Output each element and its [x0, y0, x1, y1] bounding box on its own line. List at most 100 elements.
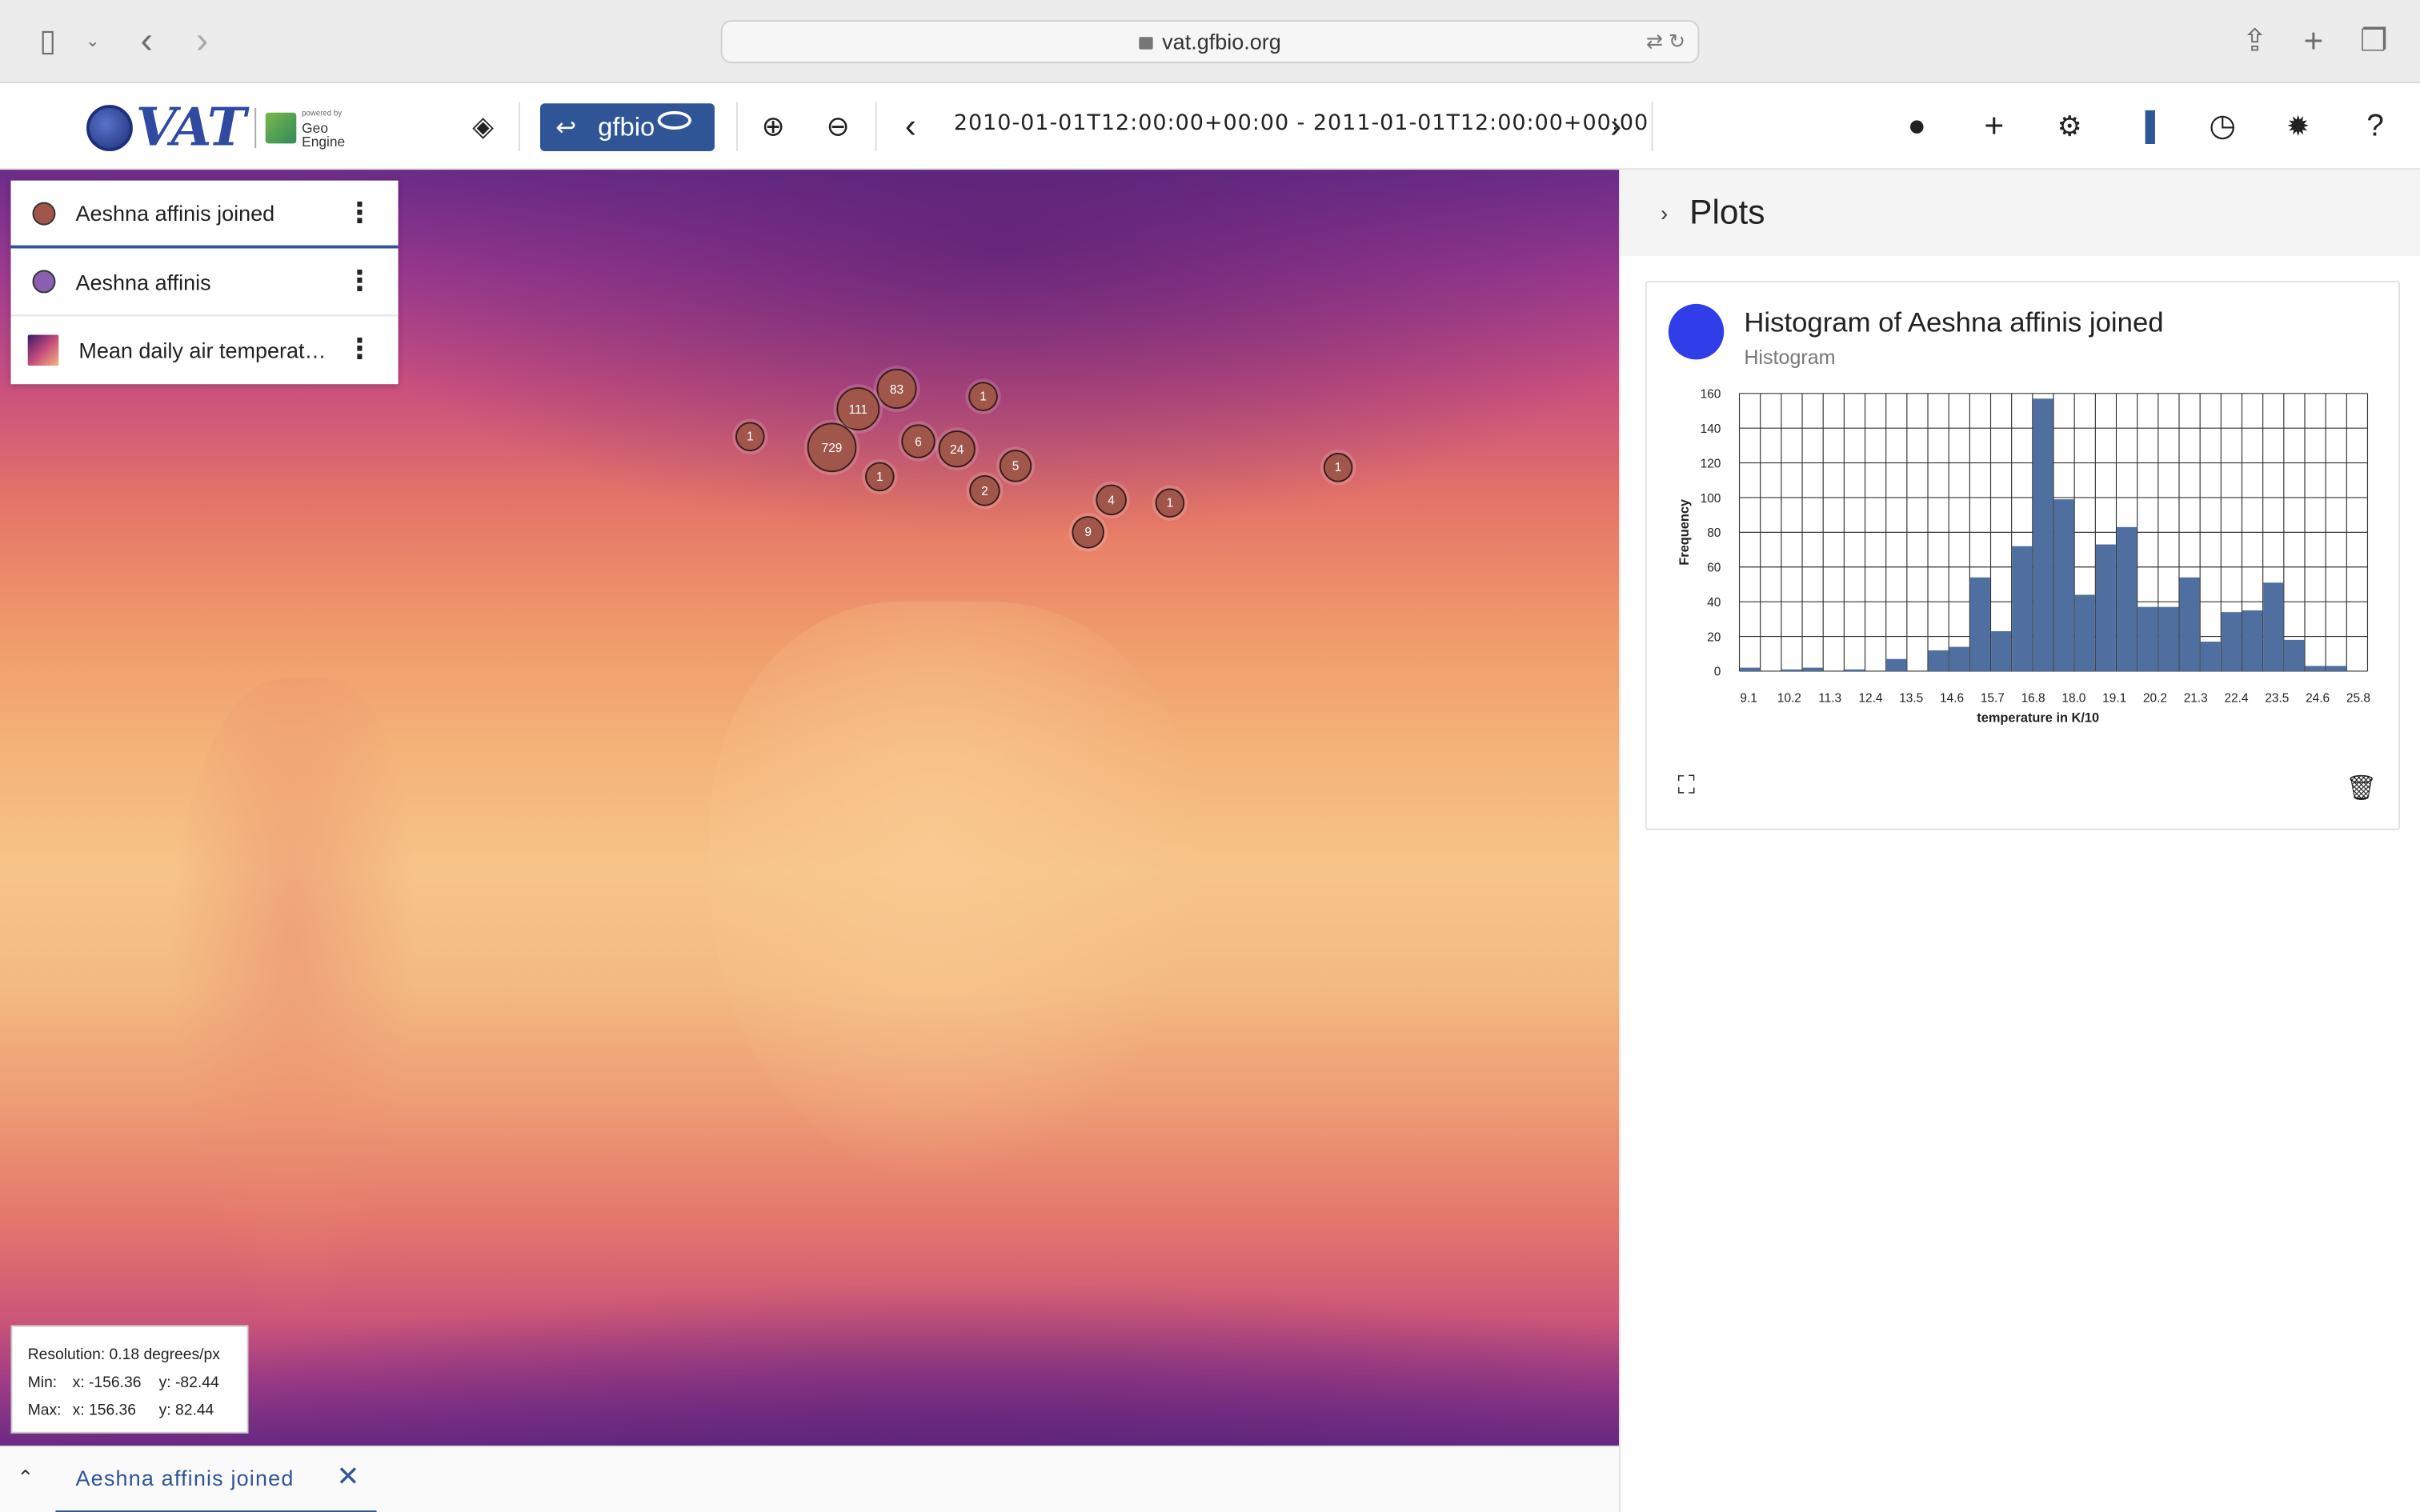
x-tick-label: 20.2 [2143, 692, 2167, 706]
close-icon[interactable]: ✕ [336, 1461, 359, 1494]
layer-name: Aeshna affinis joined [75, 200, 275, 226]
add-data-icon[interactable]: + [1973, 105, 2016, 148]
x-tick-label: 14.6 [1940, 692, 1964, 706]
geo-engine-icon [264, 112, 296, 144]
fullscreen-icon[interactable]: ⛶ [1677, 773, 1695, 801]
x-tick-label: 24.6 [2306, 692, 2330, 706]
y-tick-label: 40 [1707, 596, 1721, 610]
more-vert-icon[interactable]: ⋮ [346, 335, 374, 363]
time-prev-icon[interactable]: ‹ [889, 105, 932, 148]
map-cluster-marker[interactable]: 9 [1072, 516, 1104, 549]
expand-up-icon[interactable]: ⌃ [17, 1466, 34, 1490]
chevron-down-icon[interactable]: ⌄ [73, 22, 113, 62]
toolbar-divider [875, 102, 877, 152]
map-cluster-marker[interactable]: 1 [968, 382, 998, 411]
layer-item[interactable]: Aeshna affinis joined ⋮ [10, 181, 399, 249]
histogram-bar [2200, 642, 2221, 671]
map-shading [308, 170, 1620, 541]
y-tick-label: 60 [1707, 562, 1721, 575]
operators-icon[interactable]: ⚙ [2048, 105, 2091, 148]
map-cluster-marker[interactable]: 729 [807, 422, 857, 473]
x-tick-label: 10.2 [1777, 692, 1801, 706]
tab-aeshna-affinis-joined[interactable]: Aeshna affinis joined ✕ [55, 1447, 377, 1512]
more-vert-icon[interactable]: ⋮ [346, 199, 374, 227]
url-text: vat.gfbio.org [1162, 29, 1281, 54]
help-icon[interactable]: ? [2354, 105, 2397, 148]
y-axis-label: Frequency [1677, 498, 1692, 566]
time-config-icon[interactable]: ◷ [2201, 105, 2244, 148]
chevron-right-icon[interactable]: › [1661, 201, 1668, 226]
histogram-bar [1802, 667, 1823, 671]
geo-engine-text: powered by Geo Engine [302, 107, 345, 149]
x-tick-label: 25.8 [2346, 692, 2370, 706]
histogram-bar [1949, 646, 1969, 671]
map-cluster-marker[interactable]: 5 [999, 450, 1032, 482]
y-tick-label: 160 [1701, 388, 1721, 402]
map-cluster-marker[interactable]: 111 [836, 387, 880, 431]
histogram-bar [2326, 666, 2346, 671]
forward-icon[interactable]: › [182, 21, 222, 62]
toolbar-divider [1651, 102, 1653, 152]
account-icon[interactable]: ● [1895, 105, 1938, 148]
map-cluster-marker[interactable]: 2 [969, 475, 1000, 506]
vat-logo: VAT powered by Geo Engine [86, 98, 345, 159]
share-icon[interactable]: ⇪ [2235, 22, 2275, 62]
map-cluster-marker[interactable]: 4 [1096, 484, 1127, 516]
time-next-icon[interactable]: › [1594, 105, 1637, 148]
x-tick-label: 9.1 [1740, 692, 1757, 706]
settings-icon[interactable]: ✹ [2277, 105, 2320, 148]
histogram-bar [1844, 669, 1865, 671]
back-icon[interactable]: ‹ [126, 21, 166, 62]
max-label: Max: [27, 1402, 62, 1420]
more-vert-icon[interactable]: ⋮ [346, 267, 374, 295]
logo-text: VAT [135, 97, 246, 159]
map-cluster-marker[interactable]: 83 [876, 368, 917, 410]
zoom-in-icon[interactable]: ⊕ [751, 105, 795, 148]
map-cluster-marker[interactable]: 6 [901, 424, 936, 458]
map-cluster-marker[interactable]: 1 [1323, 453, 1353, 482]
new-tab-icon[interactable]: + [2294, 22, 2334, 62]
y-tick-label: 120 [1701, 457, 1721, 470]
time-range[interactable]: 2010-01-01T12:00:00+00:00 - 2011-01-01T1… [954, 111, 1649, 136]
zoom-out-icon[interactable]: ⊖ [816, 105, 859, 148]
x-tick-label: 15.7 [1981, 692, 2005, 706]
plot-title: Histogram of Aeshna affinis joined [1744, 306, 2164, 338]
tabs-overview-icon[interactable]: ❐ [2354, 22, 2394, 62]
layers-icon[interactable]: ◈ [462, 105, 505, 148]
layer-name: Aeshna affinis [75, 269, 211, 294]
map-cluster-marker[interactable]: 1 [735, 422, 765, 452]
layer-name: Mean daily air temperatu… [78, 338, 339, 363]
histogram-bar [2117, 526, 2138, 671]
min-y: y: -82.44 [158, 1374, 219, 1392]
map-cluster-marker[interactable]: 1 [864, 462, 895, 492]
gfbio-back-button[interactable]: ↩ gfbio [540, 103, 715, 152]
x-axis-label: temperature in K/10 [1977, 711, 2099, 726]
layer-item[interactable]: Aeshna affinis ⋮ [10, 249, 399, 317]
plots-header[interactable]: › Plots [1621, 170, 2420, 257]
histogram-bar [2158, 606, 2179, 671]
histogram-bar [2242, 610, 2263, 671]
histogram-bar [2284, 639, 2305, 671]
histogram-bar [2033, 398, 2053, 671]
plots-icon[interactable]: ▐ [2124, 105, 2167, 148]
histogram-bar [2012, 546, 2033, 671]
sidebar-toggle-icon[interactable]: ▯ [28, 22, 68, 62]
toolbar-divider [519, 102, 520, 152]
translate-reload-icon[interactable]: ⇄ ↻ [1646, 22, 1685, 62]
map-shading [710, 602, 1204, 1189]
panel-title: Plots [1689, 193, 1765, 232]
x-tick-label: 13.5 [1899, 692, 1923, 706]
map-cluster-marker[interactable]: 24 [938, 430, 976, 468]
map-cluster-marker[interactable]: 1 [1155, 488, 1185, 518]
max-extent-row: Max: x: 156.36 y: 82.44 [28, 1398, 247, 1426]
delete-icon[interactable]: 🗑 [2346, 773, 2377, 804]
x-tick-label: 11.3 [1818, 692, 1841, 706]
point-symbol-icon [32, 270, 56, 294]
histogram-bar [2138, 606, 2158, 671]
url-bar[interactable]: vat.gfbio.org ⇄ ↻ [720, 20, 1700, 64]
return-arrow-icon: ↩ [555, 114, 577, 142]
y-tick-label: 0 [1714, 666, 1721, 679]
layer-item[interactable]: Mean daily air temperatu… ⋮ [11, 316, 399, 384]
histogram-bar [1928, 650, 1949, 671]
x-tick-label: 18.0 [2061, 692, 2085, 706]
